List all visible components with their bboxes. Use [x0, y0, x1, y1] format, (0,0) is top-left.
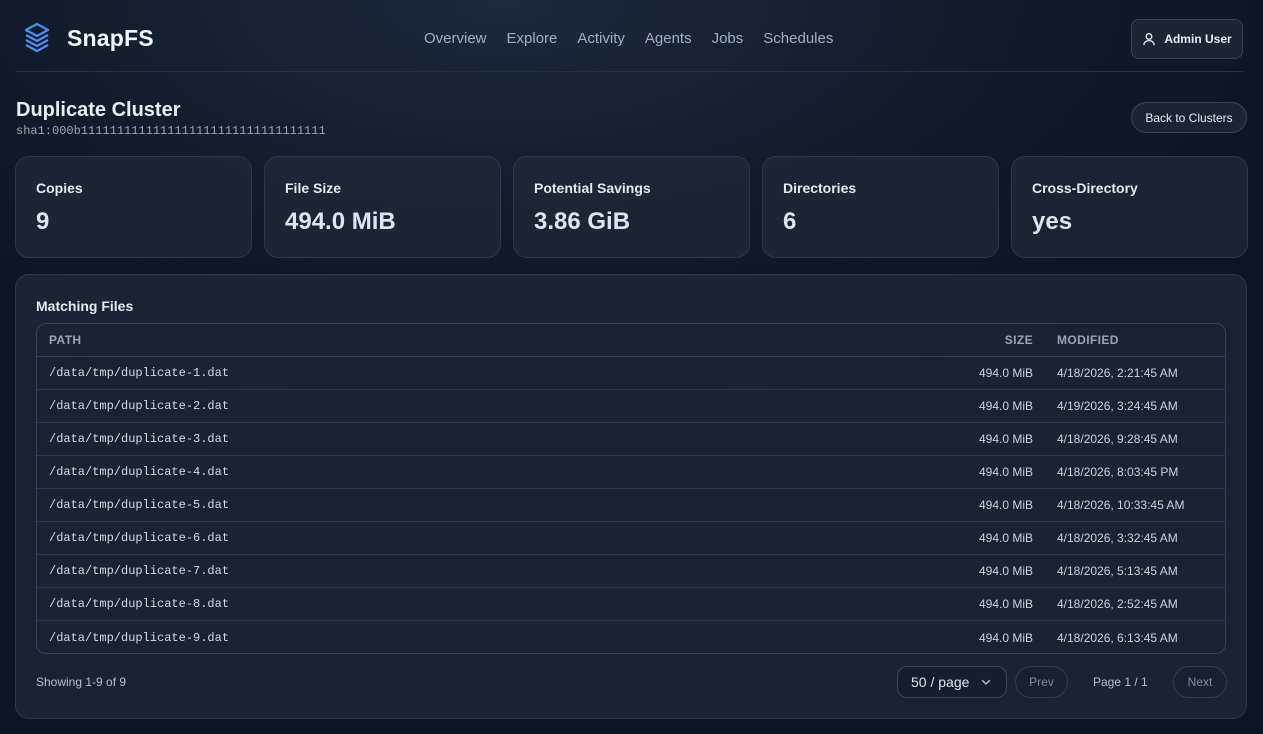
page-heading: Duplicate Cluster sha1:000b1111111111111…	[16, 98, 326, 138]
nav-activity[interactable]: Activity	[577, 29, 625, 49]
cell-path: /data/tmp/duplicate-9.dat	[49, 630, 230, 645]
table-row[interactable]: /data/tmp/duplicate-5.dat 494.0 MiB 4/18/2…	[37, 489, 1225, 522]
user-name: Admin User	[1164, 32, 1232, 46]
cell-path: /data/tmp/duplicate-4.dat	[49, 465, 230, 479]
cell-modified: 4/18/2026, 9:28:45 AM	[1057, 432, 1178, 446]
showing-count: Showing 1-9 of 9	[36, 675, 127, 689]
layers-logo-icon	[24, 22, 50, 53]
cell-size: 494.0 MiB	[978, 531, 1033, 545]
stat-label: Copies	[36, 180, 83, 196]
stat-card-cross-directory: Cross-Directory yes	[1011, 156, 1248, 258]
column-header-path[interactable]: PATH	[37, 333, 857, 347]
stat-value: 6	[783, 208, 797, 235]
cell-modified: 4/19/2026, 3:24:45 AM	[1057, 399, 1178, 413]
stat-card-file-size: File Size 494.0 MiB	[264, 156, 501, 258]
table-row[interactable]: /data/tmp/duplicate-3.dat 494.0 MiB 4/18/2…	[37, 423, 1225, 456]
cluster-hash: sha1:000b1111111111111111111111111111111…	[16, 124, 326, 138]
cell-modified: 4/18/2026, 2:52:45 AM	[1057, 597, 1178, 611]
main-nav: Overview Explore Activity Agents Jobs Sc…	[424, 29, 853, 49]
top-header: SnapFS Overview Explore Activity Agents …	[16, 0, 1243, 72]
stat-value: yes	[1032, 208, 1073, 235]
cell-size: 494.0 MiB	[978, 465, 1033, 479]
table-header: PATH SIZE MODIFIED	[37, 324, 1225, 357]
cell-modified: 4/18/2026, 3:32:45 AM	[1057, 531, 1178, 545]
table-row[interactable]: /data/tmp/duplicate-1.dat 494.0 MiB 4/18/2…	[37, 357, 1225, 390]
table-row[interactable]: /data/tmp/duplicate-8.dat 494.0 MiB 4/18/2…	[37, 588, 1225, 621]
cell-path: /data/tmp/duplicate-1.dat	[49, 366, 230, 380]
back-to-clusters-button[interactable]: Back to Clusters	[1131, 102, 1247, 133]
user-icon	[1143, 33, 1156, 46]
cell-modified: 4/18/2026, 10:33:45 AM	[1057, 498, 1185, 512]
stat-value: 494.0 MiB	[285, 208, 396, 235]
cell-modified: 4/18/2026, 8:03:45 PM	[1057, 465, 1179, 479]
per-page-value: 50 / page	[911, 674, 970, 690]
table-row[interactable]: /data/tmp/duplicate-7.dat 494.0 MiB 4/18/2…	[37, 555, 1225, 588]
stat-card-potential-savings: Potential Savings 3.86 GiB	[513, 156, 750, 258]
cell-modified: 4/18/2026, 6:13:45 AM	[1057, 630, 1178, 645]
stat-label: Potential Savings	[534, 180, 651, 196]
stat-label: Cross-Directory	[1032, 180, 1138, 196]
user-menu-button[interactable]: Admin User	[1131, 19, 1243, 59]
cell-size: 494.0 MiB	[978, 597, 1033, 611]
table-row[interactable]: /data/tmp/duplicate-6.dat 494.0 MiB 4/18/2…	[37, 522, 1225, 555]
page-indicator: Page 1 / 1	[1093, 675, 1148, 689]
table-row[interactable]: /data/tmp/duplicate-2.dat 494.0 MiB 4/19/2…	[37, 390, 1225, 423]
table-row[interactable]: /data/tmp/duplicate-9.dat 494.0 MiB 4/18/2…	[37, 621, 1225, 653]
cell-size: 494.0 MiB	[978, 432, 1033, 446]
nav-explore[interactable]: Explore	[507, 29, 558, 49]
cell-size: 494.0 MiB	[978, 630, 1033, 645]
stat-value: 9	[36, 208, 50, 235]
stats-row: Copies 9 File Size 494.0 MiB Potential S…	[15, 156, 1248, 258]
cell-path: /data/tmp/duplicate-5.dat	[49, 498, 230, 512]
column-header-size[interactable]: SIZE	[857, 333, 1033, 347]
stat-value: 3.86 GiB	[534, 208, 631, 235]
stat-card-copies: Copies 9	[15, 156, 252, 258]
per-page-select[interactable]: 50 / page	[897, 666, 1007, 698]
cell-path: /data/tmp/duplicate-6.dat	[49, 531, 230, 545]
page-title: Duplicate Cluster	[16, 99, 181, 121]
panel-title: Matching Files	[36, 298, 134, 314]
cell-path: /data/tmp/duplicate-2.dat	[49, 399, 230, 413]
cell-path: /data/tmp/duplicate-7.dat	[49, 564, 230, 578]
next-page-button[interactable]: Next	[1173, 666, 1227, 698]
stat-label: Directories	[783, 180, 857, 196]
cell-path: /data/tmp/duplicate-8.dat	[49, 597, 230, 611]
cell-size: 494.0 MiB	[978, 366, 1033, 380]
cell-size: 494.0 MiB	[978, 399, 1033, 413]
nav-schedules[interactable]: Schedules	[763, 29, 833, 49]
nav-jobs[interactable]: Jobs	[712, 29, 744, 49]
matching-files-panel: Matching Files PATH SIZE MODIFIED /data/…	[15, 274, 1247, 719]
table-body: /data/tmp/duplicate-1.dat 494.0 MiB 4/18/2…	[37, 357, 1225, 653]
cell-path: /data/tmp/duplicate-3.dat	[49, 432, 230, 446]
cell-modified: 4/18/2026, 2:21:45 AM	[1057, 366, 1178, 380]
pagination: 50 / page Prev Page 1 / 1 Next	[897, 666, 1227, 698]
nav-overview[interactable]: Overview	[424, 29, 487, 49]
cell-modified: 4/18/2026, 5:13:45 AM	[1057, 564, 1178, 578]
prev-page-button[interactable]: Prev	[1015, 666, 1068, 698]
brand[interactable]: SnapFS	[24, 22, 154, 54]
files-table: PATH SIZE MODIFIED /data/tmp/duplicate-1…	[36, 323, 1226, 654]
stat-card-directories: Directories 6	[762, 156, 999, 258]
column-header-modified[interactable]: MODIFIED	[1033, 333, 1213, 347]
cell-size: 494.0 MiB	[978, 564, 1033, 578]
nav-agents[interactable]: Agents	[645, 29, 692, 49]
stat-label: File Size	[285, 180, 342, 196]
cell-size: 494.0 MiB	[978, 498, 1033, 512]
chevron-down-icon	[981, 679, 991, 685]
table-row[interactable]: /data/tmp/duplicate-4.dat 494.0 MiB 4/18/2…	[37, 456, 1225, 489]
brand-name: SnapFS	[67, 24, 154, 51]
